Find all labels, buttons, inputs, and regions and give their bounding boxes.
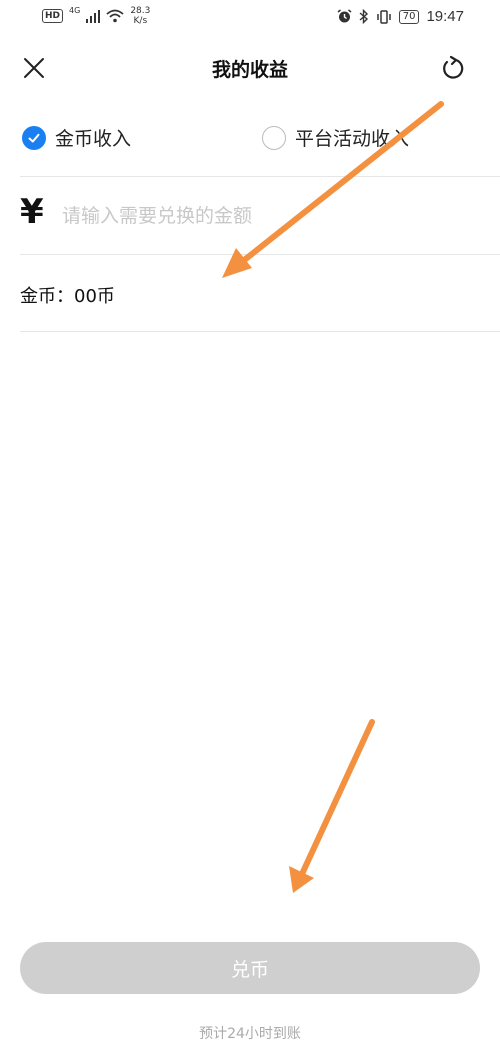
alarm-icon bbox=[337, 9, 352, 23]
checked-icon bbox=[22, 125, 46, 150]
refresh-icon[interactable] bbox=[438, 54, 466, 82]
radio-label: 平台活动收入 bbox=[295, 128, 410, 150]
amount-input[interactable] bbox=[62, 198, 462, 234]
title-bar: 我的收益 bbox=[0, 40, 500, 96]
radio-label: 金币收入 bbox=[55, 128, 132, 150]
coin-value: 00币 bbox=[74, 286, 115, 307]
unchecked-icon bbox=[262, 125, 286, 150]
arrival-note: 预计24小时到账 bbox=[199, 1026, 301, 1042]
annotation-arrow bbox=[289, 719, 375, 893]
status-bar-right: 70 19:47 bbox=[337, 8, 464, 25]
network-speed: 28.3 K/s bbox=[130, 6, 151, 26]
divider bbox=[20, 176, 500, 177]
page-title: 我的收益 bbox=[211, 59, 288, 81]
income-type-selector: 金币收入 平台活动收入 bbox=[0, 108, 500, 168]
divider bbox=[20, 254, 500, 255]
bluetooth-icon bbox=[359, 9, 368, 24]
clock: 19:47 bbox=[426, 8, 464, 25]
status-bar-left: HD 4G 28.3 K/s bbox=[42, 6, 150, 26]
radio-coin-income[interactable]: 金币收入 bbox=[22, 124, 131, 151]
network-type: 4G bbox=[69, 6, 81, 15]
divider bbox=[20, 331, 500, 332]
vibrate-icon bbox=[376, 9, 391, 24]
radio-platform-activity-income[interactable]: 平台活动收入 bbox=[262, 124, 409, 151]
wifi-icon bbox=[106, 9, 124, 23]
signal-icon bbox=[86, 9, 101, 23]
currency-symbol: ¥ bbox=[20, 192, 44, 232]
exchange-button[interactable]: 兑币 bbox=[20, 942, 480, 994]
status-bar: HD 4G 28.3 K/s 70 19:47 bbox=[0, 0, 500, 34]
coin-balance: 金币：00币 bbox=[20, 282, 115, 308]
battery-icon: 70 bbox=[398, 9, 420, 24]
hd-icon: HD bbox=[42, 9, 64, 23]
coin-label: 金币： bbox=[20, 286, 74, 307]
amount-row: ¥ bbox=[0, 180, 500, 252]
